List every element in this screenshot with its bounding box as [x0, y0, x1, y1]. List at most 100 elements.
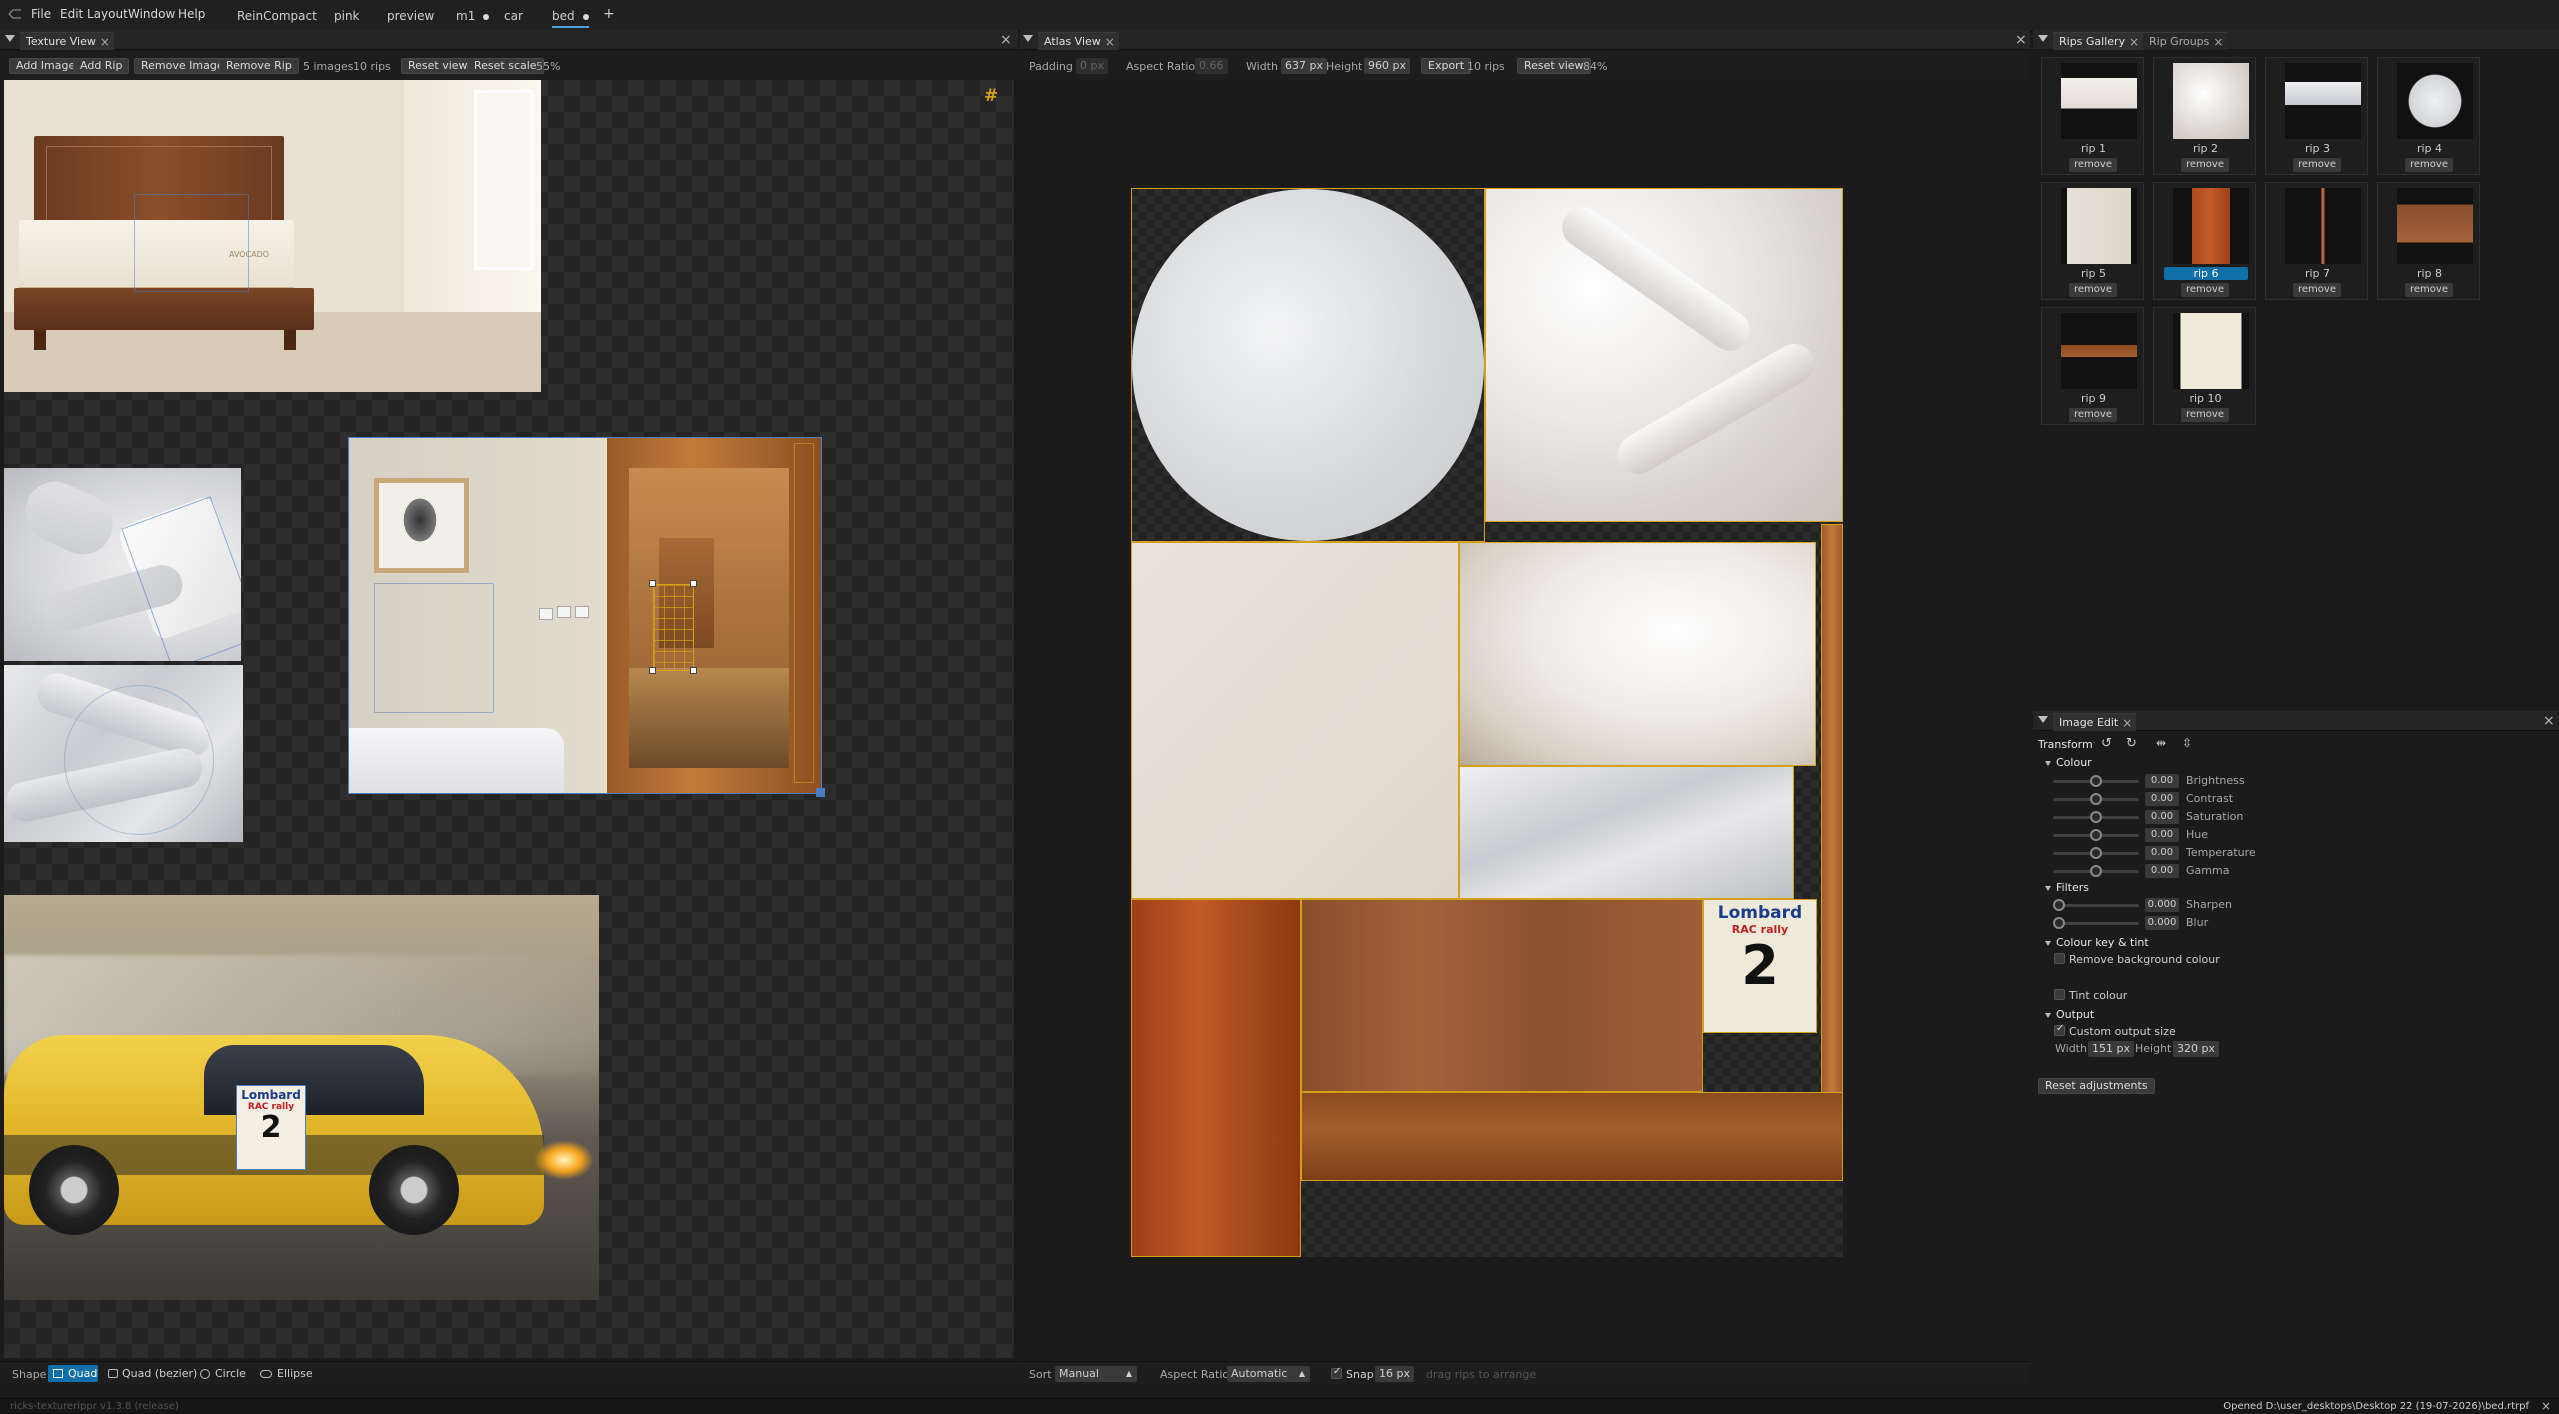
atlas-tile-rip-3[interactable]	[1459, 766, 1794, 899]
tab-image-edit[interactable]: Image Edit ×	[2053, 713, 2137, 732]
slider-value[interactable]: 0.000	[2145, 898, 2179, 912]
menu-file[interactable]: File	[31, 7, 51, 21]
close-tab-icon[interactable]: ×	[100, 33, 110, 51]
reset-adjustments-button[interactable]: Reset adjustments	[2038, 1078, 2155, 1094]
atlas-tile-rip-1[interactable]	[1459, 542, 1816, 766]
slider-value[interactable]: 0.000	[2145, 916, 2179, 930]
menu-help[interactable]: Help	[178, 7, 205, 21]
gallery-card-rip-6[interactable]: rip 6 remove	[2153, 182, 2256, 300]
gallery-card-rip-4[interactable]: rip 4 remove	[2377, 57, 2480, 175]
slider-track[interactable]	[2053, 922, 2139, 925]
close-panel-icon[interactable]: ×	[2543, 713, 2555, 729]
tab-rip-groups[interactable]: Rip Groups ×	[2143, 32, 2228, 51]
remove-rip-button[interactable]: remove	[2069, 408, 2117, 422]
slider-knob[interactable]	[2053, 917, 2065, 929]
tint-colour-checkbox[interactable]	[2054, 989, 2065, 1000]
slider-knob[interactable]	[2090, 829, 2102, 841]
remove-rip-button[interactable]: remove	[2293, 158, 2341, 172]
close-tab-icon[interactable]: ×	[2122, 714, 2132, 732]
slider-track[interactable]	[2053, 904, 2139, 907]
gallery-card-rip-5[interactable]: rip 5 remove	[2041, 182, 2144, 300]
source-image-car[interactable]: Lombard RAC rally 2	[4, 895, 599, 1300]
rotate-left-icon[interactable]: ↺	[2101, 736, 2112, 751]
gallery-card-rip-3[interactable]: rip 3 remove	[2265, 57, 2368, 175]
rip-outline-circle[interactable]	[64, 685, 214, 835]
atlas-tile-rip-9[interactable]	[1301, 1092, 1843, 1181]
remove-rip-button[interactable]: remove	[2181, 158, 2229, 172]
slider-value[interactable]: 0.00	[2145, 828, 2179, 842]
add-image-button[interactable]: Add Image	[9, 58, 83, 74]
close-panel-icon[interactable]: ×	[1000, 32, 1012, 48]
atlas-tile-rip-5[interactable]	[1131, 542, 1459, 899]
tab-rips-gallery[interactable]: Rips Gallery ×	[2053, 32, 2144, 51]
output-section[interactable]: Output	[2045, 1008, 2094, 1021]
panel-menu-icon[interactable]	[1023, 35, 1033, 42]
source-image-sheets-2[interactable]	[4, 665, 243, 842]
slider-value[interactable]: 0.00	[2145, 864, 2179, 878]
dismiss-status-icon[interactable]: ×	[2541, 1399, 2551, 1413]
slider-knob[interactable]	[2090, 847, 2102, 859]
atlas-canvas[interactable]: Lombard RAC rally 2	[1024, 80, 2028, 1358]
menu-window[interactable]: Window	[128, 7, 175, 21]
atlas-tile-rip-10[interactable]: Lombard RAC rally 2	[1703, 899, 1817, 1033]
snap-checkbox[interactable]	[1331, 1366, 1342, 1379]
doc-tab-car[interactable]: car	[504, 9, 523, 23]
slider-value[interactable]: 0.00	[2145, 792, 2179, 806]
gallery-card-rip-7[interactable]: rip 7 remove	[2265, 182, 2368, 300]
height-field[interactable]: 960 px	[1364, 58, 1410, 74]
atlas-tile-rip-4[interactable]	[1131, 188, 1485, 542]
panel-menu-icon[interactable]	[5, 35, 15, 42]
car-decal[interactable]: Lombard RAC rally 2	[236, 1085, 306, 1170]
menu-edit[interactable]: Edit	[60, 7, 83, 21]
remove-rip-button[interactable]: remove	[2181, 283, 2229, 297]
gallery-card-rip-9[interactable]: rip 9 remove	[2041, 307, 2144, 425]
tab-atlas-view[interactable]: Atlas View ×	[1038, 32, 1119, 50]
atlas-tile-rip-2[interactable]	[1485, 188, 1843, 522]
sort-select[interactable]: Manual ▲	[1055, 1366, 1137, 1382]
slider-value[interactable]: 0.00	[2145, 774, 2179, 788]
close-tab-icon[interactable]: ×	[2213, 33, 2223, 51]
source-image-sheets-1[interactable]	[4, 468, 241, 661]
aspect-ratio-field[interactable]: 0.66	[1195, 58, 1228, 74]
gallery-card-rip-10[interactable]: rip 10 remove	[2153, 307, 2256, 425]
reset-view-button[interactable]: Reset view	[401, 58, 475, 74]
slider-knob[interactable]	[2090, 793, 2102, 805]
remove-rip-button[interactable]: Remove Rip	[219, 58, 299, 74]
slider-value[interactable]: 0.00	[2145, 846, 2179, 860]
output-width-field[interactable]: 151 px	[2088, 1041, 2134, 1057]
slider-knob[interactable]	[2090, 775, 2102, 787]
doc-tab-pink[interactable]: pink	[334, 9, 360, 23]
doc-tab-m1[interactable]: m1	[456, 9, 490, 23]
slider-knob[interactable]	[2090, 811, 2102, 823]
padding-field[interactable]: 0 px	[1076, 58, 1108, 74]
panel-menu-icon[interactable]	[2038, 716, 2048, 723]
slider-knob[interactable]	[2090, 865, 2102, 877]
atlas-tile-rip-6[interactable]	[1131, 899, 1301, 1257]
gallery-card-rip-8[interactable]: rip 8 remove	[2377, 182, 2480, 300]
remove-image-button[interactable]: Remove Image	[134, 58, 231, 74]
rip-outline[interactable]	[134, 194, 249, 292]
remove-rip-button[interactable]: remove	[2405, 283, 2453, 297]
shape-ellipse-button[interactable]: Ellipse	[258, 1365, 318, 1382]
close-tab-icon[interactable]: ×	[2129, 33, 2139, 51]
flip-horizontal-icon[interactable]: ⇹	[2156, 736, 2166, 750]
gallery-card-rip-2[interactable]: rip 2 remove	[2153, 57, 2256, 175]
custom-size-checkbox[interactable]	[2054, 1023, 2065, 1036]
slider-knob[interactable]	[2053, 899, 2065, 911]
export-button[interactable]: Export	[1421, 58, 1472, 74]
atlas-tile-rip-8[interactable]	[1301, 899, 1703, 1092]
rip-outline[interactable]	[121, 496, 241, 661]
close-panel-icon[interactable]: ×	[2015, 32, 2027, 48]
gallery-card-rip-1[interactable]: rip 1 remove	[2041, 57, 2144, 175]
colour-section[interactable]: Colour	[2045, 756, 2092, 769]
remove-rip-button[interactable]: remove	[2069, 283, 2117, 297]
colour-key-section[interactable]: Colour key & tint	[2045, 936, 2149, 949]
filters-section[interactable]: Filters	[2045, 881, 2089, 894]
snap-field[interactable]: 16 px	[1375, 1366, 1414, 1382]
doc-tab-preview[interactable]: preview	[387, 9, 434, 23]
remove-rip-button[interactable]: remove	[2405, 158, 2453, 172]
shape-quad-button[interactable]: Quad	[48, 1365, 98, 1382]
doc-tab-reincompact[interactable]: ReinCompact	[237, 9, 317, 23]
remove-rip-button[interactable]: remove	[2069, 158, 2117, 172]
slider-value[interactable]: 0.00	[2145, 810, 2179, 824]
